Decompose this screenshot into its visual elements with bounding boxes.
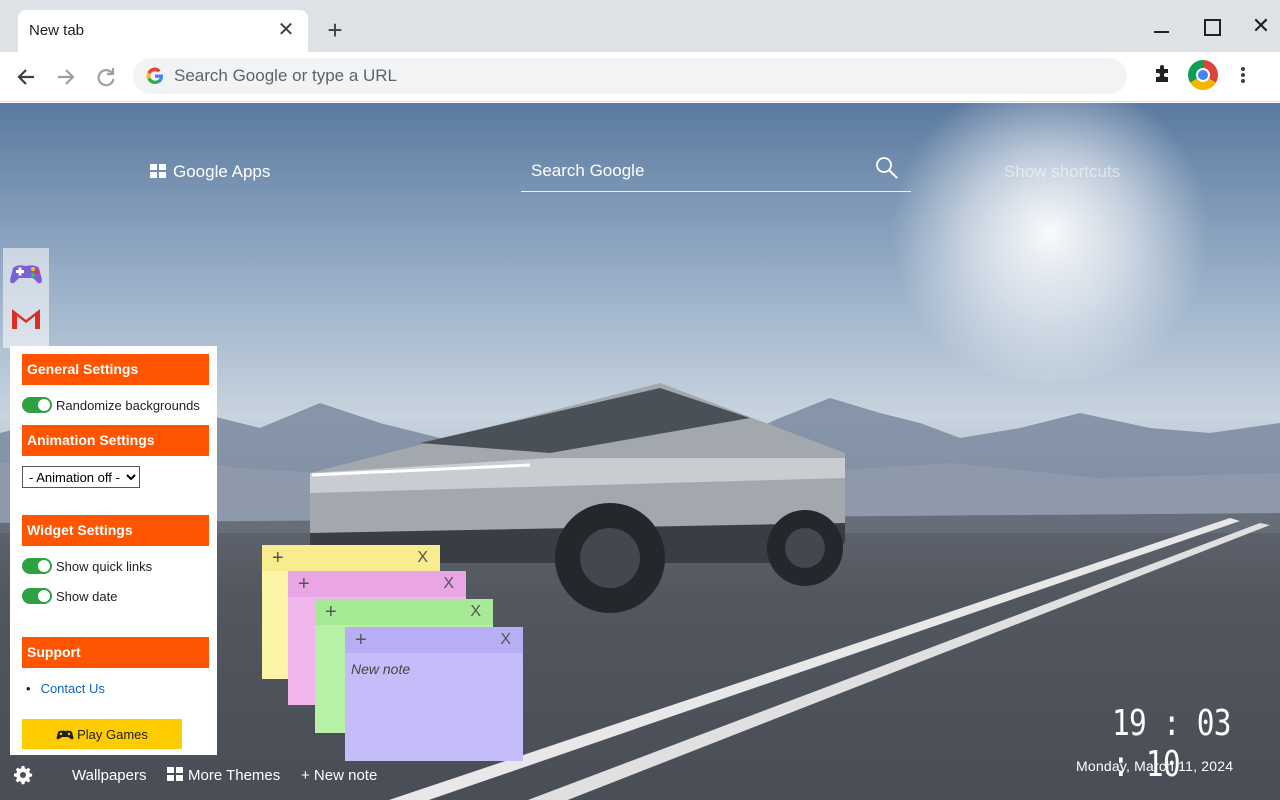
menu-dots-icon[interactable]	[1232, 62, 1254, 88]
profile-chrome-icon[interactable]	[1188, 60, 1218, 90]
note-close-icon[interactable]: X	[470, 599, 481, 625]
more-themes-link[interactable]: More Themes	[167, 767, 280, 784]
note-text[interactable]: New note	[345, 653, 523, 685]
maximize-icon[interactable]	[1198, 14, 1224, 38]
quick-links-bar	[3, 248, 49, 348]
show-shortcuts-link[interactable]: Show shortcuts	[1004, 162, 1120, 182]
apps-grid-icon	[150, 164, 167, 179]
note-header: + X	[315, 599, 493, 625]
note-add-icon[interactable]: +	[298, 571, 310, 597]
widget-settings-header: Widget Settings	[22, 515, 209, 546]
note-header: + X	[288, 571, 466, 597]
sun-glow	[880, 103, 1220, 383]
new-tab-page: Google Apps Show shortcuts General Setti…	[0, 103, 1280, 800]
back-icon[interactable]	[11, 62, 41, 92]
animation-select[interactable]: - Animation off -	[22, 466, 140, 488]
google-search-box[interactable]	[521, 150, 911, 192]
themes-grid-icon	[167, 767, 184, 782]
omnibox-input[interactable]	[174, 58, 1074, 94]
play-games-label: Play Games	[77, 726, 148, 742]
gamepad-icon	[56, 730, 74, 739]
randomize-backgrounds-row[interactable]: Randomize backgrounds	[22, 396, 200, 416]
note-add-icon[interactable]: +	[325, 599, 337, 625]
new-note-button[interactable]: + New note	[301, 767, 377, 784]
randomize-backgrounds-label: Randomize backgrounds	[56, 398, 200, 413]
games-controller-icon[interactable]	[7, 254, 45, 292]
show-date-row[interactable]: Show date	[22, 587, 117, 607]
note-add-icon[interactable]: +	[355, 627, 367, 653]
close-window-icon[interactable]: ✕	[1248, 14, 1274, 38]
tab-new-tab[interactable]: New tab ✕	[18, 10, 308, 52]
wallpapers-link[interactable]: Wallpapers	[72, 767, 146, 784]
tab-close-icon[interactable]: ✕	[276, 20, 296, 40]
note-close-icon[interactable]: X	[500, 627, 511, 653]
note-close-icon[interactable]: X	[417, 545, 428, 571]
note-header: + X	[262, 545, 440, 571]
search-icon[interactable]	[875, 156, 899, 180]
randomize-backgrounds-toggle[interactable]	[22, 397, 52, 413]
sticky-note-purple[interactable]: + X New note	[345, 627, 523, 761]
google-apps-label: Google Apps	[173, 162, 271, 181]
omnibox[interactable]	[133, 58, 1127, 94]
note-header: + X	[345, 627, 523, 653]
settings-panel: General Settings Randomize backgrounds A…	[10, 346, 217, 755]
clock-date: Monday, March 11, 2024	[1076, 758, 1234, 774]
browser-toolbar	[0, 52, 1280, 102]
more-themes-label: More Themes	[188, 767, 281, 784]
minimize-icon[interactable]	[1148, 14, 1174, 38]
note-add-icon[interactable]: +	[272, 545, 284, 571]
forward-icon[interactable]	[51, 62, 81, 92]
google-search-input[interactable]	[531, 158, 861, 184]
extensions-puzzle-icon[interactable]	[1152, 64, 1174, 86]
play-games-button[interactable]: Play Games	[22, 719, 182, 749]
show-quick-links-label: Show quick links	[56, 559, 153, 574]
google-apps-link[interactable]: Google Apps	[150, 162, 270, 182]
contact-us-link[interactable]: Contact Us	[26, 681, 105, 696]
new-tab-button[interactable]: +	[322, 17, 348, 44]
animation-settings-header: Animation Settings	[22, 425, 209, 456]
reload-icon[interactable]	[91, 62, 121, 92]
show-date-toggle[interactable]	[22, 588, 52, 604]
show-quick-links-toggle[interactable]	[22, 558, 52, 574]
tab-strip: New tab ✕ + ✕	[0, 0, 1280, 52]
note-close-icon[interactable]: X	[443, 571, 454, 597]
support-header: Support	[22, 637, 209, 668]
show-quick-links-row[interactable]: Show quick links	[22, 557, 152, 577]
tab-title: New tab	[29, 22, 85, 39]
general-settings-header: General Settings	[22, 354, 209, 385]
gear-icon[interactable]	[13, 765, 33, 785]
gmail-icon[interactable]	[7, 298, 45, 336]
show-date-label: Show date	[56, 589, 118, 604]
google-g-icon	[145, 66, 165, 86]
